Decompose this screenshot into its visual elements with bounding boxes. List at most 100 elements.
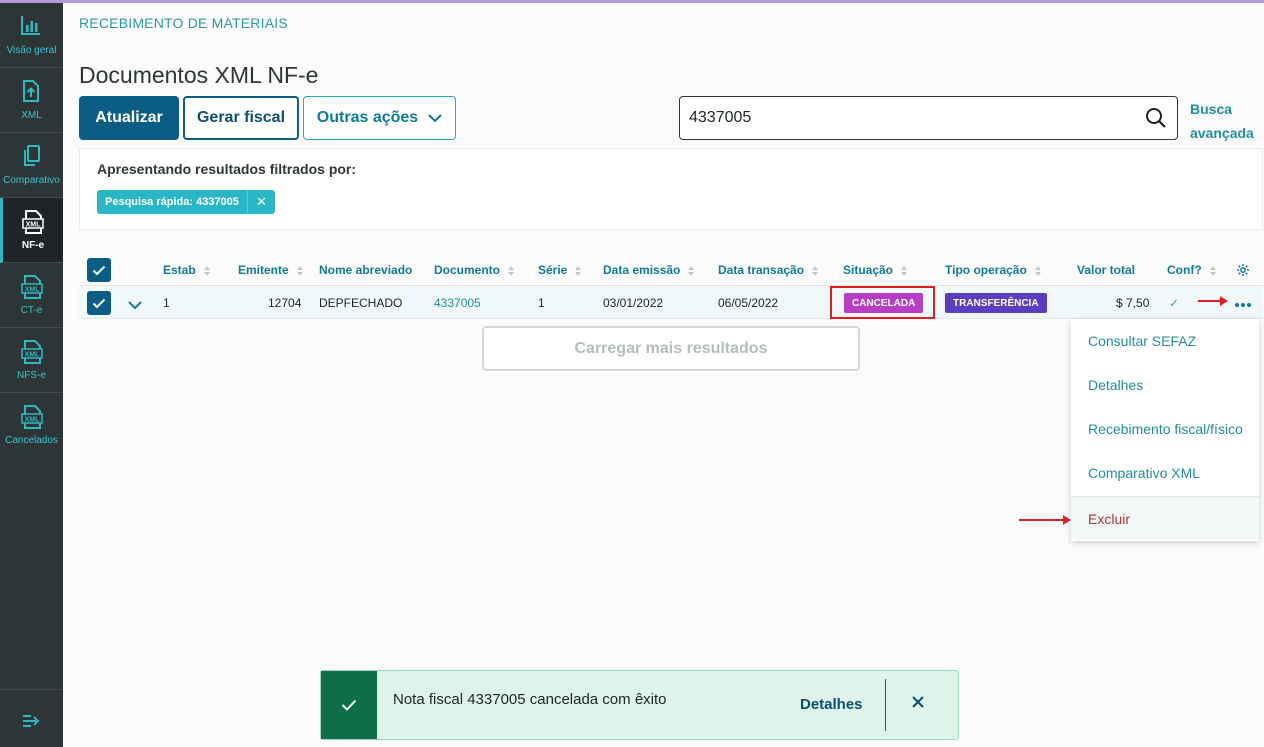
annotation-arrow — [1019, 515, 1071, 525]
column-header-valor-total[interactable]: Valor total — [1077, 263, 1135, 277]
sort-icon — [508, 265, 514, 276]
column-header-label: Conf? — [1167, 263, 1202, 277]
upload-file-icon — [20, 79, 42, 103]
column-header-conf[interactable]: Conf? — [1167, 263, 1216, 277]
expand-menu-icon — [23, 715, 40, 727]
column-header-situacao[interactable]: Situação — [843, 263, 908, 277]
column-header-label: Data emissão — [603, 263, 681, 277]
column-header-emitente[interactable]: Emitente — [238, 263, 303, 277]
gear-icon[interactable] — [1236, 263, 1250, 282]
advanced-search-link[interactable]: Busca avançada — [1190, 97, 1254, 145]
menu-item-consultar-sefaz[interactable]: Consultar SEFAZ — [1071, 319, 1259, 363]
row-actions-menu: Consultar SEFAZ Detalhes Recebimento fis… — [1071, 319, 1259, 541]
sort-icon — [1209, 265, 1216, 276]
cell-data-emissao: 03/01/2022 — [603, 296, 664, 310]
advanced-search-label-line2: avançada — [1190, 125, 1254, 141]
xml-file-icon: XML — [21, 209, 44, 234]
column-header-data-emissao[interactable]: Data emissão — [603, 263, 695, 277]
table-row[interactable]: 1 12704 DEPFECHADO 4337005 1 03/01/2022 … — [79, 287, 1263, 319]
sidebar-item-label: NFS-e — [17, 370, 46, 381]
column-header-label: Data transação — [718, 263, 805, 277]
breadcrumb: RECEBIMENTO DE MATERIAIS — [79, 15, 288, 31]
menu-item-recebimento-fiscal[interactable]: Recebimento fiscal/físico — [1071, 407, 1259, 451]
row-checkbox[interactable] — [87, 291, 111, 315]
column-header-label: Valor total — [1077, 263, 1136, 277]
svg-text:XML: XML — [25, 417, 41, 424]
load-more-button[interactable]: Carregar mais resultados — [482, 326, 860, 371]
column-header-label: Nome abreviado — [319, 263, 413, 277]
close-icon[interactable]: ✕ — [246, 190, 275, 214]
cell-data-transacao: 06/05/2022 — [718, 296, 779, 310]
search-icon[interactable] — [1145, 107, 1167, 134]
cell-serie: 1 — [538, 296, 545, 310]
cell-nome: DEPFECHADO — [319, 296, 403, 310]
sidebar-item-label: XML — [21, 110, 42, 121]
more-actions-dropdown[interactable]: Outras ações — [303, 96, 456, 140]
svg-text:XML: XML — [26, 222, 42, 229]
svg-text:XML: XML — [25, 352, 41, 359]
menu-item-detalhes[interactable]: Detalhes — [1071, 363, 1259, 407]
page-title: Documentos XML NF-e — [79, 62, 319, 88]
more-options-icon[interactable] — [1234, 295, 1252, 313]
toast-message: Nota fiscal 4337005 cancelada com êxito — [393, 691, 667, 708]
sort-icon — [1034, 265, 1041, 276]
success-toast: Nota fiscal 4337005 cancelada com êxito … — [320, 670, 959, 740]
check-icon — [321, 671, 377, 739]
annotation-arrow — [1198, 296, 1228, 306]
annotation-highlight-box — [830, 286, 935, 319]
search-field — [679, 96, 1178, 140]
check-icon — [92, 265, 106, 275]
generate-fiscal-button[interactable]: Gerar fiscal — [183, 96, 299, 140]
sidebar-item-nfe[interactable]: XML NF-e — [0, 198, 63, 263]
cell-documento-link[interactable]: 4337005 — [434, 296, 481, 310]
column-header-tipo-operacao[interactable]: Tipo operação — [945, 263, 1041, 277]
check-icon — [92, 298, 106, 308]
menu-item-comparativo-xml[interactable]: Comparativo XML — [1071, 451, 1259, 495]
column-header-data-transacao[interactable]: Data transação — [718, 263, 819, 277]
column-header-label: Emitente — [238, 263, 289, 277]
column-header-nome[interactable]: Nome abreviado — [319, 263, 412, 277]
sidebar-item-visao-geral[interactable]: Visão geral — [0, 3, 63, 68]
sort-icon — [575, 265, 582, 276]
filter-tag: Pesquisa rápida: 4337005 ✕ — [97, 190, 275, 214]
operation-badge: TRANSFERÊNCIA — [945, 293, 1047, 313]
filter-title: Apresentando resultados filtrados por: — [97, 161, 357, 177]
sidebar-item-label: Comparativo — [3, 175, 60, 186]
search-input[interactable] — [689, 107, 1129, 129]
sort-icon — [296, 265, 303, 276]
cell-valor-total: $ 7,50 — [1116, 296, 1150, 310]
select-all-checkbox[interactable] — [87, 258, 111, 282]
close-icon[interactable] — [911, 695, 925, 714]
sidebar-item-cancelados[interactable]: XML Cancelados — [0, 393, 63, 458]
sidebar-item-comparativo[interactable]: Comparativo — [0, 133, 63, 198]
filter-panel: Apresentando resultados filtrados por: P… — [79, 148, 1263, 230]
column-header-label: Documento — [434, 263, 500, 277]
sidebar-item-nfse[interactable]: XML NFS-e — [0, 328, 63, 393]
top-accent-line — [0, 0, 1264, 3]
cell-estab: 1 — [163, 296, 170, 310]
refresh-button[interactable]: Atualizar — [79, 96, 179, 140]
sort-icon — [203, 265, 210, 276]
toast-divider — [885, 679, 886, 731]
chevron-down-icon — [428, 113, 442, 122]
column-header-estab[interactable]: Estab — [163, 263, 210, 277]
column-header-label: Estab — [163, 263, 196, 277]
column-header-label: Série — [538, 263, 568, 277]
sidebar-item-cte[interactable]: XML CT-e — [0, 263, 63, 328]
toast-details-button[interactable]: Detalhes — [800, 696, 863, 713]
column-header-serie[interactable]: Série — [538, 263, 582, 277]
sidebar-item-label: NF-e — [21, 240, 45, 251]
xml-file-icon: XML — [20, 339, 43, 364]
menu-item-excluir[interactable]: Excluir — [1071, 496, 1259, 540]
sidebar-item-xml[interactable]: XML — [0, 68, 63, 133]
svg-text:XML: XML — [25, 287, 41, 294]
sidebar-item-label: Cancelados — [5, 435, 58, 446]
column-header-documento[interactable]: Documento — [434, 263, 514, 277]
table-header: Estab Emitente Nome abreviado Documento … — [79, 254, 1263, 286]
more-actions-label: Outras ações — [316, 109, 419, 126]
sidebar-collapse-button[interactable] — [0, 689, 63, 747]
copy-icon — [20, 144, 42, 168]
chart-icon — [20, 14, 42, 38]
chevron-down-icon[interactable] — [128, 297, 142, 315]
xml-file-icon: XML — [20, 274, 43, 299]
